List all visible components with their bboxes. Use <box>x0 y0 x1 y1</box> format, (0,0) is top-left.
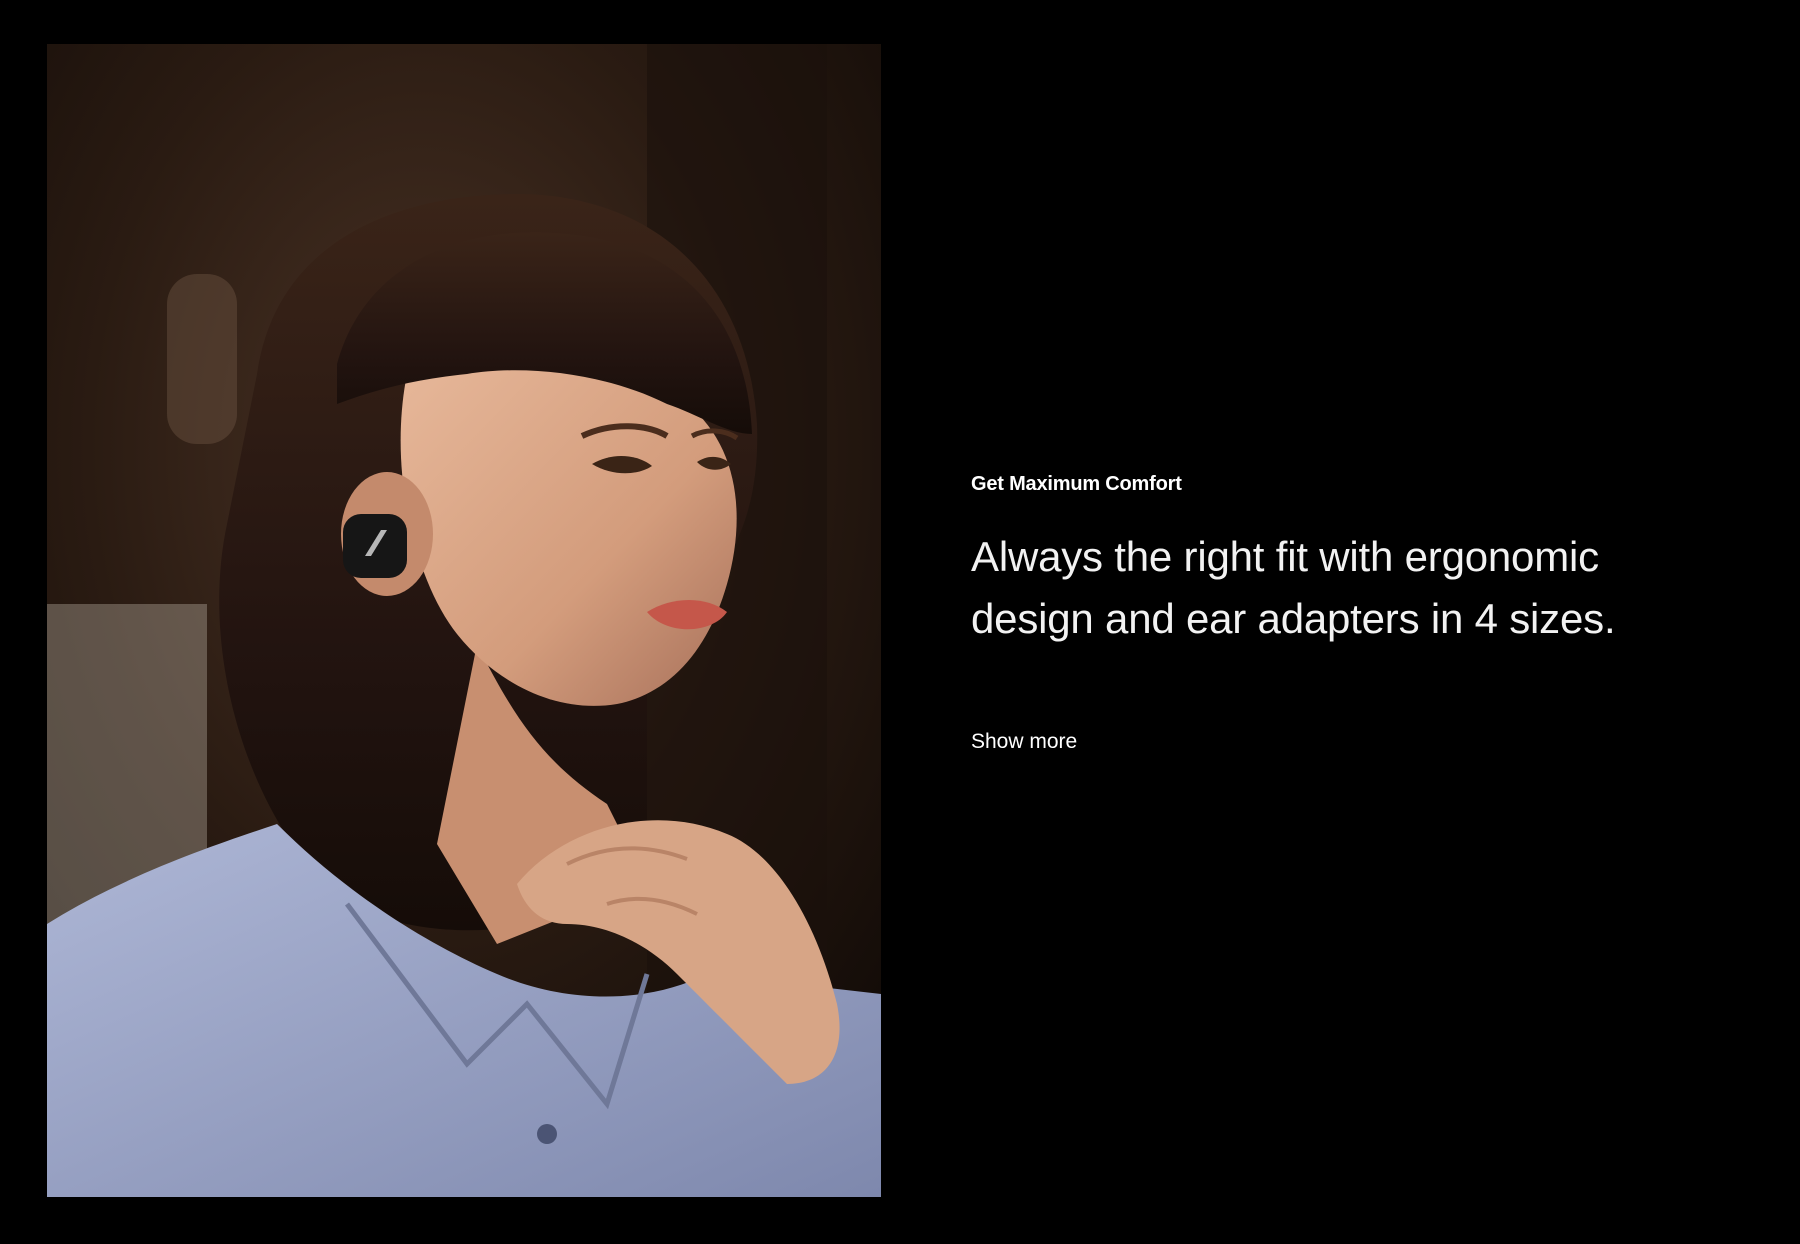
feature-headline-line1: Always the right fit with ergonomic <box>971 533 1599 580</box>
feature-headline: Always the right fit with ergonomic desi… <box>971 526 1691 650</box>
feature-section: Get Maximum Comfort Always the right fit… <box>0 0 1800 1244</box>
feature-copy: Get Maximum Comfort Always the right fit… <box>971 470 1691 756</box>
show-more-link[interactable]: Show more <box>971 728 1077 756</box>
feature-eyebrow: Get Maximum Comfort <box>971 473 1182 495</box>
product-lifestyle-image <box>47 44 881 1197</box>
feature-headline-line2: design and ear adapters in 4 sizes. <box>971 595 1616 642</box>
